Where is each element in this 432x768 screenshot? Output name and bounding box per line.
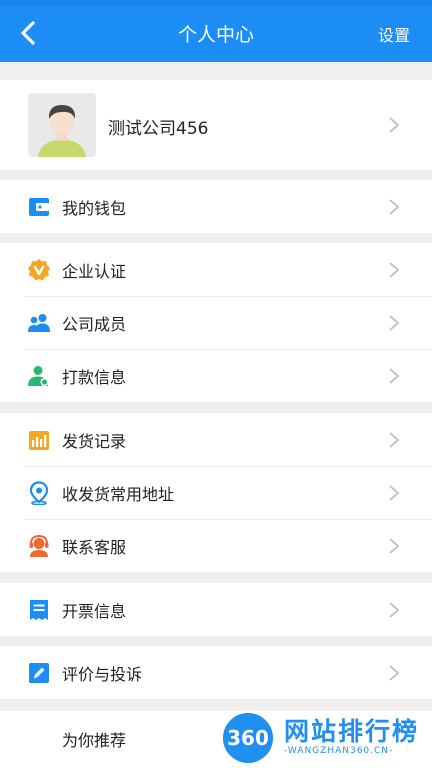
menu-item-label: 打款信息	[62, 367, 127, 387]
watermark-logo: 360	[220, 710, 276, 766]
menu-item-label: 联系客服	[62, 537, 127, 557]
chevron-right-icon	[388, 664, 400, 682]
chevron-right-icon	[388, 601, 400, 619]
menu-item-invoice-info[interactable]: 开票信息	[0, 583, 432, 636]
headset-icon	[27, 534, 51, 558]
menu-item-wallet[interactable]: 我的钱包	[0, 180, 432, 233]
chevron-right-icon	[388, 116, 400, 134]
menu-item-addresses[interactable]: 收发货常用地址	[0, 466, 432, 519]
menu-item-label: 公司成员	[62, 314, 127, 334]
chevron-right-icon	[388, 198, 400, 216]
menu-item-label: 收发货常用地址	[62, 484, 175, 504]
company-name: 测试公司456	[108, 119, 209, 139]
menu-item-customer-service[interactable]: 联系客服	[0, 519, 432, 572]
invoice-card: 开票信息	[0, 583, 432, 636]
reviews-card: 评价与投诉	[0, 646, 432, 699]
menu-item-reviews[interactable]: 评价与投诉	[0, 646, 432, 699]
badge-v-icon	[27, 258, 51, 282]
location-pin-icon	[27, 481, 51, 505]
company-card: 企业认证 公司成员 打款信息	[0, 243, 432, 402]
menu-item-label: 我的钱包	[62, 198, 127, 218]
wallet-card: 我的钱包	[0, 180, 432, 233]
users-icon	[27, 311, 51, 335]
chart-bars-icon	[27, 428, 51, 452]
menu-item-label: 发货记录	[62, 431, 127, 451]
chevron-right-icon	[388, 314, 400, 332]
user-avatar-icon	[28, 93, 96, 157]
menu-item-certification[interactable]: 企业认证	[0, 243, 432, 296]
menu-item-shipping-records[interactable]: 发货记录	[0, 413, 432, 466]
shipping-card: 发货记录 收发货常用地址 联系客服	[0, 413, 432, 572]
pen-icon	[27, 661, 51, 685]
wallet-icon	[27, 195, 51, 219]
profile-row[interactable]: 测试公司456	[0, 80, 432, 170]
profile-card: 测试公司456	[0, 80, 432, 170]
recommend-title: 为你推荐	[62, 731, 127, 750]
menu-item-label: 开票信息	[62, 601, 127, 621]
menu-item-label: 评价与投诉	[62, 664, 143, 684]
receipt-icon	[27, 598, 51, 622]
status-bar-strip	[0, 0, 432, 6]
chevron-right-icon	[388, 484, 400, 502]
menu-item-payment-info[interactable]: 打款信息	[0, 349, 432, 402]
chevron-right-icon	[388, 367, 400, 385]
site-watermark: 360 网站排行榜 -WANGZHAN360.CN-	[216, 704, 432, 768]
watermark-subtitle: -WANGZHAN360.CN-	[284, 746, 394, 756]
user-money-icon	[27, 364, 51, 388]
chevron-right-icon	[388, 537, 400, 555]
watermark-title: 网站排行榜	[284, 717, 420, 746]
page-title: 个人中心	[177, 24, 254, 46]
menu-item-members[interactable]: 公司成员	[0, 296, 432, 349]
menu-item-label: 企业认证	[62, 261, 127, 281]
chevron-right-icon	[388, 261, 400, 279]
chevron-right-icon	[388, 431, 400, 449]
settings-button[interactable]: 设置	[378, 22, 410, 46]
app-header: 个人中心 设置	[0, 0, 432, 62]
